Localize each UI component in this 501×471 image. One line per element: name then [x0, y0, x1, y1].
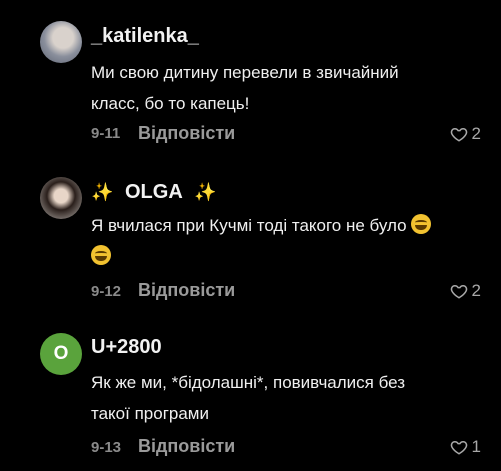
comment-text-line: класс, бо то капець!: [91, 94, 250, 113]
like-button[interactable]: 2: [450, 124, 481, 144]
comment-username[interactable]: U+2800: [91, 336, 162, 359]
avatar[interactable]: O: [40, 333, 82, 375]
laughing-emoji-icon: [91, 245, 111, 265]
reply-button[interactable]: Відповісти: [138, 436, 235, 457]
avatar[interactable]: [40, 177, 82, 219]
comment-username[interactable]: _katilenka_: [91, 25, 199, 48]
heart-outline-icon: [450, 127, 467, 142]
comment-text: Ми свою дитину перевели в звичайний клас…: [91, 57, 471, 119]
comment-date: 9-11: [91, 125, 121, 142]
laughing-emoji-icon: [411, 214, 432, 234]
like-count: 1: [471, 437, 481, 456]
username-text: OLGA: [124, 181, 183, 203]
comment-text: Як же ми, *бідолашні*, повивчалися без т…: [91, 367, 471, 429]
heart-outline-icon: [450, 284, 467, 299]
comment-text-line: Ми свою дитину перевели в звичайний: [91, 63, 399, 82]
comment-date: 9-12: [91, 283, 122, 300]
heart-outline-icon: [450, 440, 467, 455]
comment-text-line: такої програми: [91, 404, 209, 423]
like-count: 2: [471, 281, 481, 300]
reply-button[interactable]: Відповісти: [138, 280, 235, 301]
comment-text: Я вчилася при Кучмі тоді такого не було: [91, 210, 471, 272]
comment-item: _katilenka_ Ми свою дитину перевели в зв…: [0, 0, 501, 160]
comment-text-line: Як же ми, *бідолашні*, повивчалися без: [91, 373, 406, 392]
comment-item: ✨ OLGA ✨ Я вчилася при Кучмі тоді такого…: [0, 160, 501, 315]
like-count: 2: [471, 124, 481, 143]
comment-text-line: Я вчилася при Кучмі тоді такого не було: [91, 216, 407, 235]
avatar[interactable]: [40, 21, 82, 63]
like-button[interactable]: 1: [450, 437, 481, 457]
comment-date: 9-13: [91, 439, 122, 456]
comment-item: O U+2800 Як же ми, *бідолашні*, повивчал…: [0, 315, 501, 471]
sparkle-icon: ✨: [194, 182, 217, 202]
comment-username[interactable]: ✨ OLGA ✨: [91, 181, 217, 204]
sparkle-icon: ✨: [91, 182, 114, 202]
reply-button[interactable]: Відповісти: [138, 123, 235, 144]
like-button[interactable]: 2: [450, 281, 481, 301]
